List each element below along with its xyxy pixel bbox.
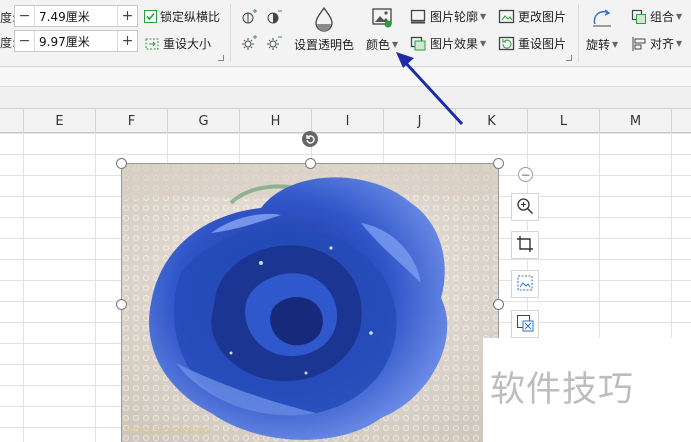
droplet-icon <box>312 6 336 32</box>
column-header-l[interactable]: L <box>528 109 600 133</box>
reset-size-label: 重设大小 <box>163 37 212 51</box>
chevron-down-icon: ▼ <box>480 39 487 48</box>
crop-icon <box>516 235 534 256</box>
selected-picture[interactable]: Floral Expressions <box>121 163 499 442</box>
column-header-e[interactable]: E <box>24 109 96 133</box>
rotate-button[interactable]: 旋转 ▼ <box>586 6 618 53</box>
column-header-i[interactable]: I <box>312 109 384 133</box>
size-dialog-launcher[interactable] <box>218 55 224 61</box>
height-increase-button[interactable]: + <box>117 6 137 26</box>
picture-frame-button[interactable] <box>511 270 539 298</box>
column-header-blank[interactable] <box>0 109 24 133</box>
column-header-f[interactable]: F <box>96 109 168 133</box>
formula-bar[interactable] <box>0 87 691 109</box>
change-picture-icon <box>498 9 515 24</box>
image-to-table-icon <box>516 314 534 335</box>
color-button[interactable]: 颜色 ▼ <box>366 6 398 53</box>
width-decrease-button[interactable]: − <box>15 31 35 51</box>
brightness-increase-icon[interactable] <box>240 8 258 26</box>
picture-frame-icon <box>516 274 534 295</box>
crop-button[interactable] <box>511 231 539 259</box>
align-label: 对齐 <box>650 37 675 51</box>
resize-handle-top[interactable] <box>305 158 316 169</box>
grid-line <box>95 133 96 442</box>
group-icon <box>631 9 647 25</box>
column-header-j[interactable]: J <box>384 109 456 133</box>
picture-tools-ribbon: 度: 度: − 7.49厘米 + − 9.97厘米 + 锁定纵横比 重设大小 设… <box>0 0 691 67</box>
align-button[interactable]: 对齐 ▼ <box>631 35 682 52</box>
picture-effects-label: 图片效果 <box>430 37 479 51</box>
toolbar-strip <box>0 67 691 87</box>
width-stepper[interactable]: − 9.97厘米 + <box>14 30 138 52</box>
chevron-down-icon: ▼ <box>612 40 619 49</box>
column-header-row: E F G H I J K L M <box>0 109 691 133</box>
height-stepper[interactable]: − 7.49厘米 + <box>14 5 138 27</box>
reset-picture-label: 重设图片 <box>518 37 567 51</box>
column-header-g[interactable]: G <box>168 109 240 133</box>
brightness-down-sun-icon[interactable] <box>265 34 283 52</box>
picture-effects-button[interactable]: 图片效果 ▼ <box>410 35 486 52</box>
width-value[interactable]: 9.97厘米 <box>35 33 90 50</box>
change-picture-button[interactable]: 更改图片 <box>498 8 566 25</box>
column-header-m[interactable]: M <box>600 109 672 133</box>
resize-handle-right[interactable] <box>493 299 504 310</box>
checkbox-checked-icon <box>144 10 157 23</box>
color-label: 颜色 <box>366 38 391 52</box>
picture-outline-button[interactable]: 图片轮廓 ▼ <box>410 8 486 25</box>
reset-picture-icon <box>498 36 515 51</box>
height-decrease-button[interactable]: − <box>15 6 35 26</box>
picture-outline-icon <box>410 9 426 24</box>
resize-handle-left[interactable] <box>116 299 127 310</box>
picture-signature: Floral Expressions <box>125 426 210 436</box>
column-header-k[interactable]: K <box>456 109 528 133</box>
change-picture-label: 更改图片 <box>518 10 567 24</box>
lock-aspect-ratio-checkbox[interactable]: 锁定纵横比 <box>144 8 220 25</box>
picture-dialog-launcher[interactable] <box>566 55 572 61</box>
chevron-down-icon: ▼ <box>676 12 683 21</box>
group-button[interactable]: 组合 ▼ <box>631 8 682 25</box>
resize-handle-top-right[interactable] <box>493 158 504 169</box>
picture-effects-icon <box>410 36 426 51</box>
chevron-down-icon: ▼ <box>676 39 683 48</box>
reset-picture-button[interactable]: 重设图片 <box>498 35 566 52</box>
picture-outline-label: 图片轮廓 <box>430 10 479 24</box>
picture-to-excel-button[interactable] <box>511 310 539 338</box>
width-increase-button[interactable]: + <box>117 31 137 51</box>
reset-size-button[interactable]: 重设大小 <box>144 35 211 52</box>
collapse-toolbar-button[interactable]: − <box>518 167 533 182</box>
ribbon-separator <box>230 4 231 62</box>
column-header-h[interactable]: H <box>240 109 312 133</box>
watermark-text: 软件技巧 <box>490 370 635 410</box>
contrast-decrease-icon[interactable] <box>265 8 283 26</box>
grid-line <box>23 133 24 442</box>
reset-size-icon <box>144 37 160 51</box>
zoom-in-button[interactable] <box>511 193 539 221</box>
height-value[interactable]: 7.49厘米 <box>35 8 90 25</box>
group-label: 组合 <box>650 10 675 24</box>
blue-rose-image <box>121 163 499 442</box>
chevron-down-icon: ▼ <box>480 12 487 21</box>
spreadsheet-window: 度: 度: − 7.49厘米 + − 9.97厘米 + 锁定纵横比 重设大小 设… <box>0 0 691 442</box>
rotate-label: 旋转 <box>586 38 611 52</box>
lock-aspect-ratio-label: 锁定纵横比 <box>160 10 221 24</box>
chevron-down-icon: ▼ <box>392 40 399 49</box>
ribbon-separator <box>578 4 579 62</box>
resize-handle-top-left[interactable] <box>116 158 127 169</box>
picture-color-icon <box>370 6 394 30</box>
brightness-up-sun-icon[interactable] <box>240 34 258 52</box>
set-transparent-color-label: 设置透明色 <box>294 38 355 52</box>
set-transparent-color-button[interactable]: 设置透明色 <box>294 6 354 53</box>
rotate-handle-icon[interactable] <box>302 131 318 147</box>
align-icon <box>631 36 647 52</box>
rotate-icon <box>590 6 614 30</box>
zoom-in-icon <box>516 197 534 218</box>
